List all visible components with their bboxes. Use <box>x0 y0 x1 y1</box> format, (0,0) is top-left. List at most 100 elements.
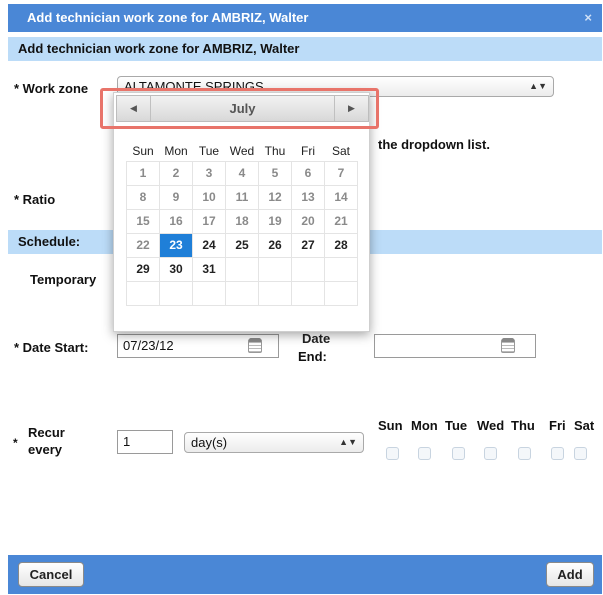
datepicker-week-row: 29 30 31 <box>126 256 358 282</box>
datepicker-week-row: 1234567 <box>126 160 358 186</box>
weekday-label-sat: Sat <box>574 418 595 433</box>
datepicker-weekday-sun: Sun <box>132 143 154 158</box>
recur-unit-select[interactable]: day(s) ▲▼ <box>184 432 364 453</box>
weekday-checkbox-thu[interactable] <box>518 447 531 460</box>
select-arrows-icon: ▲▼ <box>339 437 357 447</box>
datepicker-empty-cell <box>258 280 292 306</box>
datepicker-weekday-row: Sun Mon Tue Wed Thu Fri Sat <box>127 141 358 161</box>
datepicker-day-24[interactable]: 24 <box>192 232 226 258</box>
datepicker-day-6[interactable]: 6 <box>291 160 325 186</box>
datepicker-day-23[interactable]: 23 <box>159 232 193 258</box>
prev-month-icon[interactable]: ◀ <box>117 96 151 121</box>
dialog-footer: Cancel Add <box>8 555 602 594</box>
datepicker-day-4[interactable]: 4 <box>225 160 259 186</box>
date-start-label: * Date Start: <box>14 340 89 355</box>
datepicker-day-15[interactable]: 15 <box>126 208 160 234</box>
datepicker-day-17[interactable]: 17 <box>192 208 226 234</box>
datepicker-empty-cell <box>159 280 193 306</box>
datepicker-day-30[interactable]: 30 <box>159 256 193 282</box>
temporary-label: Temporary <box>30 272 97 287</box>
datepicker-day-29[interactable]: 29 <box>126 256 160 282</box>
datepicker-week-row: 22 23 24 25 26 27 28 <box>126 232 358 258</box>
datepicker-empty-cell <box>291 280 325 306</box>
datepicker-popup: ◀ July ▶ Sun Mon Tue Wed Thu Fri Sat 123… <box>113 92 370 332</box>
weekday-checkbox-mon[interactable] <box>418 447 431 460</box>
weekday-label-sun: Sun <box>378 418 403 433</box>
datepicker-empty-cell <box>126 280 160 306</box>
datepicker-day-16[interactable]: 16 <box>159 208 193 234</box>
datepicker-header: ◀ July ▶ <box>116 95 369 122</box>
work-zone-label: * Work zone <box>14 81 89 96</box>
weekday-label-thu: Thu <box>511 418 535 433</box>
datepicker-weekday-tue: Tue <box>198 143 220 158</box>
weekday-label-fri: Fri <box>549 418 566 433</box>
datepicker-empty-cell <box>225 256 259 282</box>
datepicker-empty-cell <box>324 280 358 306</box>
datepicker-day-19[interactable]: 19 <box>258 208 292 234</box>
datepicker-day-12[interactable]: 12 <box>258 184 292 210</box>
datepicker-day-7[interactable]: 7 <box>324 160 358 186</box>
recur-label-line1: Recur <box>28 425 65 440</box>
datepicker-day-1[interactable]: 1 <box>126 160 160 186</box>
datepicker-day-14[interactable]: 14 <box>324 184 358 210</box>
date-end-label-line1: Date <box>302 331 331 346</box>
datepicker-week-row <box>126 280 358 306</box>
weekday-checkbox-tue[interactable] <box>452 447 465 460</box>
weekday-label-tue: Tue <box>445 418 468 433</box>
add-work-zone-dialog: Add technician work zone for AMBRIZ, Wal… <box>8 4 602 594</box>
datepicker-empty-cell <box>192 280 226 306</box>
weekday-checkbox-wed[interactable] <box>484 447 497 460</box>
cancel-button[interactable]: Cancel <box>18 562 84 587</box>
datepicker-day-20[interactable]: 20 <box>291 208 325 234</box>
weekday-checkbox-fri[interactable] <box>551 447 564 460</box>
datepicker-day-8[interactable]: 8 <box>126 184 160 210</box>
work-zone-helper-text: the dropdown list. <box>378 137 490 152</box>
recur-count-value: 1 <box>123 434 131 449</box>
recur-label-line2: every <box>28 442 62 457</box>
datepicker-weekday-thu: Thu <box>264 143 286 158</box>
date-end-calendar-icon[interactable] <box>501 338 515 353</box>
datepicker-day-9[interactable]: 9 <box>159 184 193 210</box>
weekday-checkbox-sun[interactable] <box>386 447 399 460</box>
datepicker-day-28[interactable]: 28 <box>324 232 358 258</box>
close-icon[interactable]: × <box>584 4 592 32</box>
datepicker-day-25[interactable]: 25 <box>225 232 259 258</box>
recur-unit-value: day(s) <box>191 435 228 450</box>
datepicker-day-27[interactable]: 27 <box>291 232 325 258</box>
datepicker-day-31[interactable]: 31 <box>192 256 226 282</box>
datepicker-weekday-wed: Wed <box>229 143 255 158</box>
datepicker-weekday-sat: Sat <box>331 143 350 158</box>
dialog-title: Add technician work zone for AMBRIZ, Wal… <box>27 10 309 25</box>
date-start-calendar-icon[interactable] <box>248 338 262 353</box>
datepicker-day-21[interactable]: 21 <box>324 208 358 234</box>
datepicker-day-13[interactable]: 13 <box>291 184 325 210</box>
datepicker-weekday-mon: Mon <box>164 143 188 158</box>
date-end-label-line2: End: <box>298 349 327 364</box>
datepicker-month-title: July <box>229 101 256 116</box>
datepicker-weekday-fri: Fri <box>301 143 315 158</box>
datepicker-calendar-grid: Sun Mon Tue Wed Thu Fri Sat 1 2 3 4 5 6 7 8 9 10 1… <box>126 141 358 306</box>
datepicker-day-2[interactable]: 2 <box>159 160 193 186</box>
select-arrows-icon: ▲▼ <box>529 81 547 91</box>
datepicker-empty-cell <box>225 280 259 306</box>
datepicker-empty-cell <box>258 256 292 282</box>
datepicker-day-26[interactable]: 26 <box>258 232 292 258</box>
weekday-checkbox-sat[interactable] <box>574 447 587 460</box>
dialog-subtitle: Add technician work zone for AMBRIZ, Wal… <box>8 37 602 61</box>
add-button[interactable]: Add <box>546 562 594 587</box>
recur-count-input[interactable]: 1 <box>117 430 173 454</box>
datepicker-day-5[interactable]: 5 <box>258 160 292 186</box>
next-month-icon[interactable]: ▶ <box>334 96 368 121</box>
datepicker-day-11[interactable]: 11 <box>225 184 259 210</box>
datepicker-day-22[interactable]: 22 <box>126 232 160 258</box>
datepicker-week-row: 8 9 10 11 12 13 14 <box>126 184 358 210</box>
datepicker-week-row: 15 16 17 18 19 20 21 <box>126 208 358 234</box>
datepicker-empty-cell <box>324 256 358 282</box>
datepicker-day-10[interactable]: 10 <box>192 184 226 210</box>
date-start-value: 07/23/12 <box>123 338 174 353</box>
datepicker-day-18[interactable]: 18 <box>225 208 259 234</box>
datepicker-day-3[interactable]: 3 <box>192 160 226 186</box>
ratio-label: * Ratio <box>14 192 56 207</box>
weekday-label-wed: Wed <box>477 418 505 433</box>
dialog-titlebar: Add technician work zone for AMBRIZ, Wal… <box>8 4 602 32</box>
